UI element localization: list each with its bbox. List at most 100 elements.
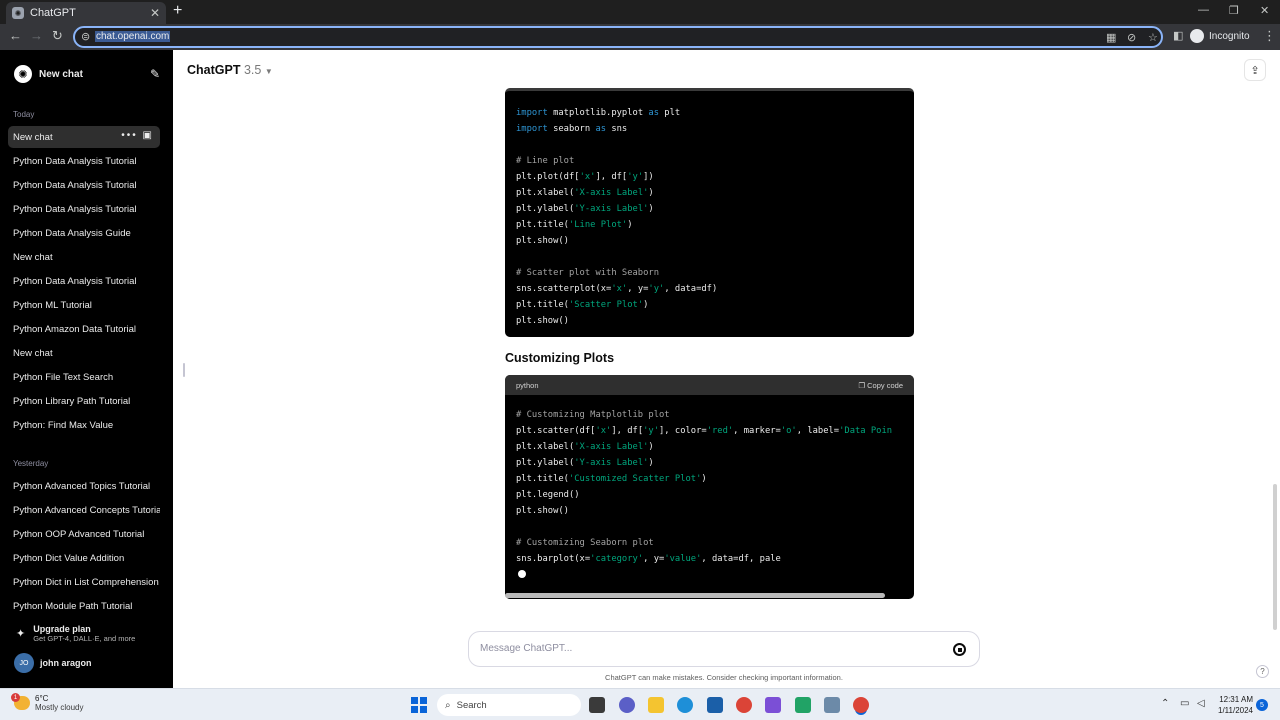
share-icon: ⇪ [1250, 64, 1260, 77]
section-heading: Customizing Plots [505, 351, 615, 365]
qr-code-icon[interactable]: ▦ [1106, 31, 1116, 44]
task-view-icon[interactable] [589, 697, 605, 713]
sidebar-chat-label: New chat [13, 347, 53, 359]
site-info-icon[interactable]: ⊜ [81, 30, 90, 43]
sidebar-chat-item[interactable]: Python Data Analysis Tutorial [8, 270, 160, 292]
code-line: plt.title('Line Plot') [516, 220, 633, 230]
volume-icon[interactable]: ◁ [1197, 698, 1205, 709]
browser-tab[interactable]: ✺ ChatGPT ✕ [6, 2, 166, 24]
code-content: import matplotlib.pyplot as plt import s… [505, 91, 914, 329]
archive-icon[interactable]: ▣ [143, 130, 154, 141]
sidebar-chat-item[interactable]: Python Amazon Data Tutorial [8, 318, 160, 340]
sidebar-chat-item[interactable]: Python ML Tutorial [8, 294, 160, 316]
sidebar-chat-item[interactable]: Python File Text Search [8, 366, 160, 388]
incognito-indicator[interactable]: Incognito [1190, 29, 1250, 43]
user-name: john aragon [40, 658, 92, 668]
sidebar-chat-item[interactable]: New chat ••• ▣ [8, 126, 160, 148]
code-line: plt.show() [516, 316, 569, 326]
back-icon[interactable]: ← [9, 29, 22, 43]
sidebar-chat-label: Python Data Analysis Tutorial [13, 179, 137, 191]
windows-taskbar: 1 6°C Mostly cloudy ⌕ Search ⌃ ▭ ◁ 12:31… [0, 688, 1280, 720]
sidebar-chat-item[interactable]: Python OOP Advanced Tutorial [8, 523, 160, 545]
code-line: plt.title('Scatter Plot') [516, 300, 649, 310]
chrome-icon[interactable] [736, 697, 752, 713]
new-tab-button[interactable]: + [173, 3, 182, 19]
sidebar-chat-item[interactable]: Python Data Analysis Guide [8, 222, 160, 244]
sidebar-collapse-handle[interactable] [183, 363, 185, 377]
taskbar-search[interactable]: ⌕ Search [437, 694, 581, 716]
sidebar-chat-label: Python Module Path Tutorial [13, 600, 133, 612]
side-panel-icon[interactable]: ◧ [1173, 29, 1183, 43]
new-chat-button[interactable]: ✺ New chat ✎ [8, 62, 160, 86]
sidebar-chat-item[interactable]: Python Module Path Tutorial [8, 595, 160, 617]
restore-icon[interactable]: ❐ [1229, 4, 1239, 17]
close-window-icon[interactable]: ✕ [1260, 4, 1269, 17]
excel-icon[interactable] [795, 697, 811, 713]
stop-generating-icon[interactable] [953, 643, 966, 656]
forward-icon[interactable]: → [30, 29, 43, 43]
compose-icon[interactable]: ✎ [150, 67, 160, 81]
tracking-protection-icon[interactable]: ⊘ [1127, 31, 1136, 44]
model-selector[interactable]: ChatGPT 3.5 ▼ [187, 63, 273, 77]
tab-title: ChatGPT [30, 7, 76, 19]
code-block: python ❐ Copy code # Customizing Matplot… [505, 375, 914, 599]
chat-app-icon[interactable] [619, 697, 635, 713]
sidebar-chat-item[interactable]: Python Advanced Concepts Tutorial [8, 499, 160, 521]
sidebar-chat-item[interactable]: Python Dict Value Addition [8, 547, 160, 569]
sidebar-chat-label: Python Dict Value Addition [13, 552, 125, 564]
sidebar-chat-item[interactable]: Python Dict in List Comprehension [8, 571, 160, 593]
sidebar-chat-item[interactable]: Python Advanced Topics Tutorial [8, 475, 160, 497]
page-scrollbar[interactable] [1273, 484, 1277, 630]
model-name: ChatGPT [187, 63, 241, 77]
close-tab-icon[interactable]: ✕ [150, 6, 160, 20]
code-horizontal-scrollbar[interactable] [505, 593, 885, 598]
minimize-icon[interactable]: — [1198, 4, 1209, 16]
browser-toolbar: ← → ↻ ⊜ chat.openai.com ▦ ⊘ ☆ ◧ Incognit… [0, 24, 1280, 50]
help-button[interactable]: ? [1256, 665, 1269, 678]
streaming-cursor [518, 570, 526, 578]
url-text[interactable]: chat.openai.com [95, 31, 171, 42]
edge-icon[interactable] [677, 697, 693, 713]
share-button[interactable]: ⇪ [1244, 59, 1266, 81]
clipboard-icon: ❐ [858, 380, 866, 390]
store-icon[interactable] [707, 697, 723, 713]
bookmark-star-icon[interactable]: ☆ [1148, 31, 1158, 44]
upgrade-plan-button[interactable]: ✦ Upgrade plan Get GPT-4, DALL·E, and mo… [8, 620, 160, 646]
clock-time: 12:31 AM [1219, 695, 1253, 704]
search-icon: ⌕ [445, 699, 451, 711]
message-composer[interactable]: Message ChatGPT... [468, 631, 980, 667]
sidebar-chat-label: Python File Text Search [13, 371, 114, 383]
sparkle-icon: ✦ [16, 627, 26, 640]
tray-chevron-up-icon[interactable]: ⌃ [1161, 698, 1169, 709]
user-menu[interactable]: JO john aragon [8, 651, 160, 675]
sidebar-chat-item[interactable]: New chat [8, 246, 160, 268]
chrome-active-icon[interactable] [853, 697, 869, 713]
more-options-icon[interactable]: ••• ▣ [121, 130, 154, 141]
code-line: plt.plot(df['x'], df['y']) [516, 172, 654, 182]
vpn-app-icon[interactable] [765, 697, 781, 713]
sidebar-chat-item[interactable]: Python: Find Max Value [8, 414, 160, 436]
sidebar-chat-label: Python OOP Advanced Tutorial [13, 528, 145, 540]
sidebar-chat-item[interactable]: New chat [8, 342, 160, 364]
message-input[interactable]: Message ChatGPT... [480, 643, 572, 654]
system-clock[interactable]: 12:31 AM 1/11/2024 [1218, 694, 1253, 716]
reload-icon[interactable]: ↻ [52, 29, 63, 43]
copy-code-button[interactable]: ❐ Copy code [858, 381, 903, 390]
sidebar-chat-item[interactable]: Python Library Path Tutorial [8, 390, 160, 412]
sidebar-chat-item[interactable]: Python Data Analysis Tutorial [8, 198, 160, 220]
browser-menu-icon[interactable]: ⋮ [1263, 29, 1276, 43]
sidebar-chat-label: Python Advanced Topics Tutorial [13, 480, 151, 492]
address-bar[interactable]: ⊜ chat.openai.com ▦ ⊘ ☆ [73, 26, 1163, 48]
notification-badge[interactable]: 5 [1256, 699, 1268, 711]
model-version: 3.5 [243, 63, 262, 77]
sidebar-chat-item[interactable]: Python Data Analysis Tutorial [8, 150, 160, 172]
wifi-icon[interactable]: ▭ [1180, 698, 1189, 709]
sidebar-chat-label: New chat [13, 131, 53, 143]
code-line: import matplotlib.pyplot as plt [516, 108, 681, 118]
network-app-icon[interactable] [824, 697, 840, 713]
weather-widget[interactable]: 1 6°C Mostly cloudy [11, 693, 83, 712]
windows-start-icon[interactable] [411, 697, 427, 713]
sidebar-chat-item[interactable]: Python Data Analysis Tutorial [8, 174, 160, 196]
file-explorer-icon[interactable] [648, 697, 664, 713]
weather-cloud-icon: 1 [11, 693, 30, 710]
